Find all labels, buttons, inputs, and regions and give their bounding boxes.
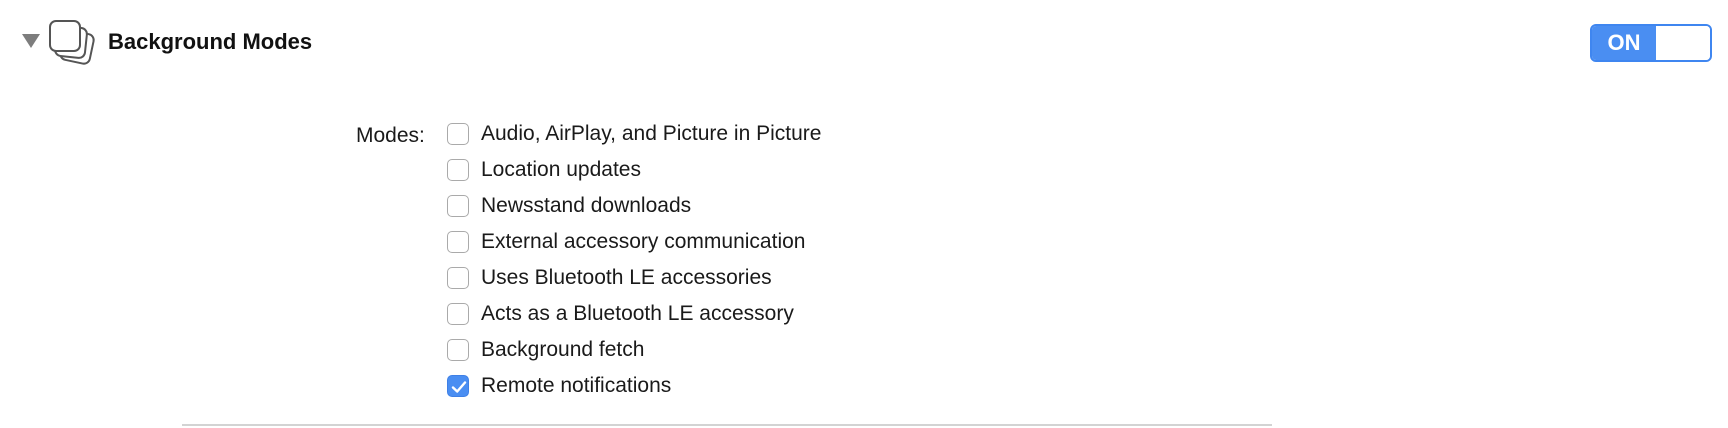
toggle-on-label: ON [1592, 26, 1656, 60]
checkbox[interactable] [447, 159, 469, 181]
capability-title: Background Modes [108, 29, 313, 54]
mode-label: Audio, AirPlay, and Picture in Picture [481, 122, 822, 145]
checkbox[interactable] [447, 267, 469, 289]
checkbox[interactable] [447, 339, 469, 361]
mode-item-audio[interactable]: Audio, AirPlay, and Picture in Picture [447, 116, 821, 152]
mode-item-location-updates[interactable]: Location updates [447, 152, 821, 188]
modes-label: Modes: [356, 124, 425, 147]
capability-toggle[interactable]: ON [1590, 24, 1712, 62]
capability-header: Background Modes ON [0, 0, 1728, 90]
mode-item-newsstand-downloads[interactable]: Newsstand downloads [447, 188, 821, 224]
background-modes-icon [48, 18, 100, 70]
mode-item-background-fetch[interactable]: Background fetch [447, 332, 821, 368]
mode-label: External accessory communication [481, 230, 806, 253]
mode-item-external-accessory[interactable]: External accessory communication [447, 224, 821, 260]
mode-label: Location updates [481, 158, 641, 181]
mode-item-bluetooth-le-accessory[interactable]: Acts as a Bluetooth LE accessory [447, 296, 821, 332]
checkmark-icon [451, 381, 467, 393]
checkbox[interactable] [447, 231, 469, 253]
modes-list: Audio, AirPlay, and Picture in Picture L… [447, 116, 821, 404]
mode-label: Newsstand downloads [481, 194, 692, 217]
mode-item-remote-notifications[interactable]: Remote notifications [447, 368, 821, 404]
toggle-knob[interactable] [1656, 26, 1710, 60]
checkbox[interactable] [447, 195, 469, 217]
mode-label: Acts as a Bluetooth LE accessory [481, 302, 794, 325]
checkbox[interactable] [447, 123, 469, 145]
mode-label: Uses Bluetooth LE accessories [481, 266, 772, 289]
checkbox-checked[interactable] [447, 375, 469, 397]
checkbox[interactable] [447, 303, 469, 325]
mode-label: Background fetch [481, 338, 645, 361]
section-divider [182, 424, 1272, 426]
disclosure-triangle-icon[interactable] [22, 34, 40, 48]
mode-item-uses-bluetooth-le[interactable]: Uses Bluetooth LE accessories [447, 260, 821, 296]
mode-label: Remote notifications [481, 374, 672, 397]
